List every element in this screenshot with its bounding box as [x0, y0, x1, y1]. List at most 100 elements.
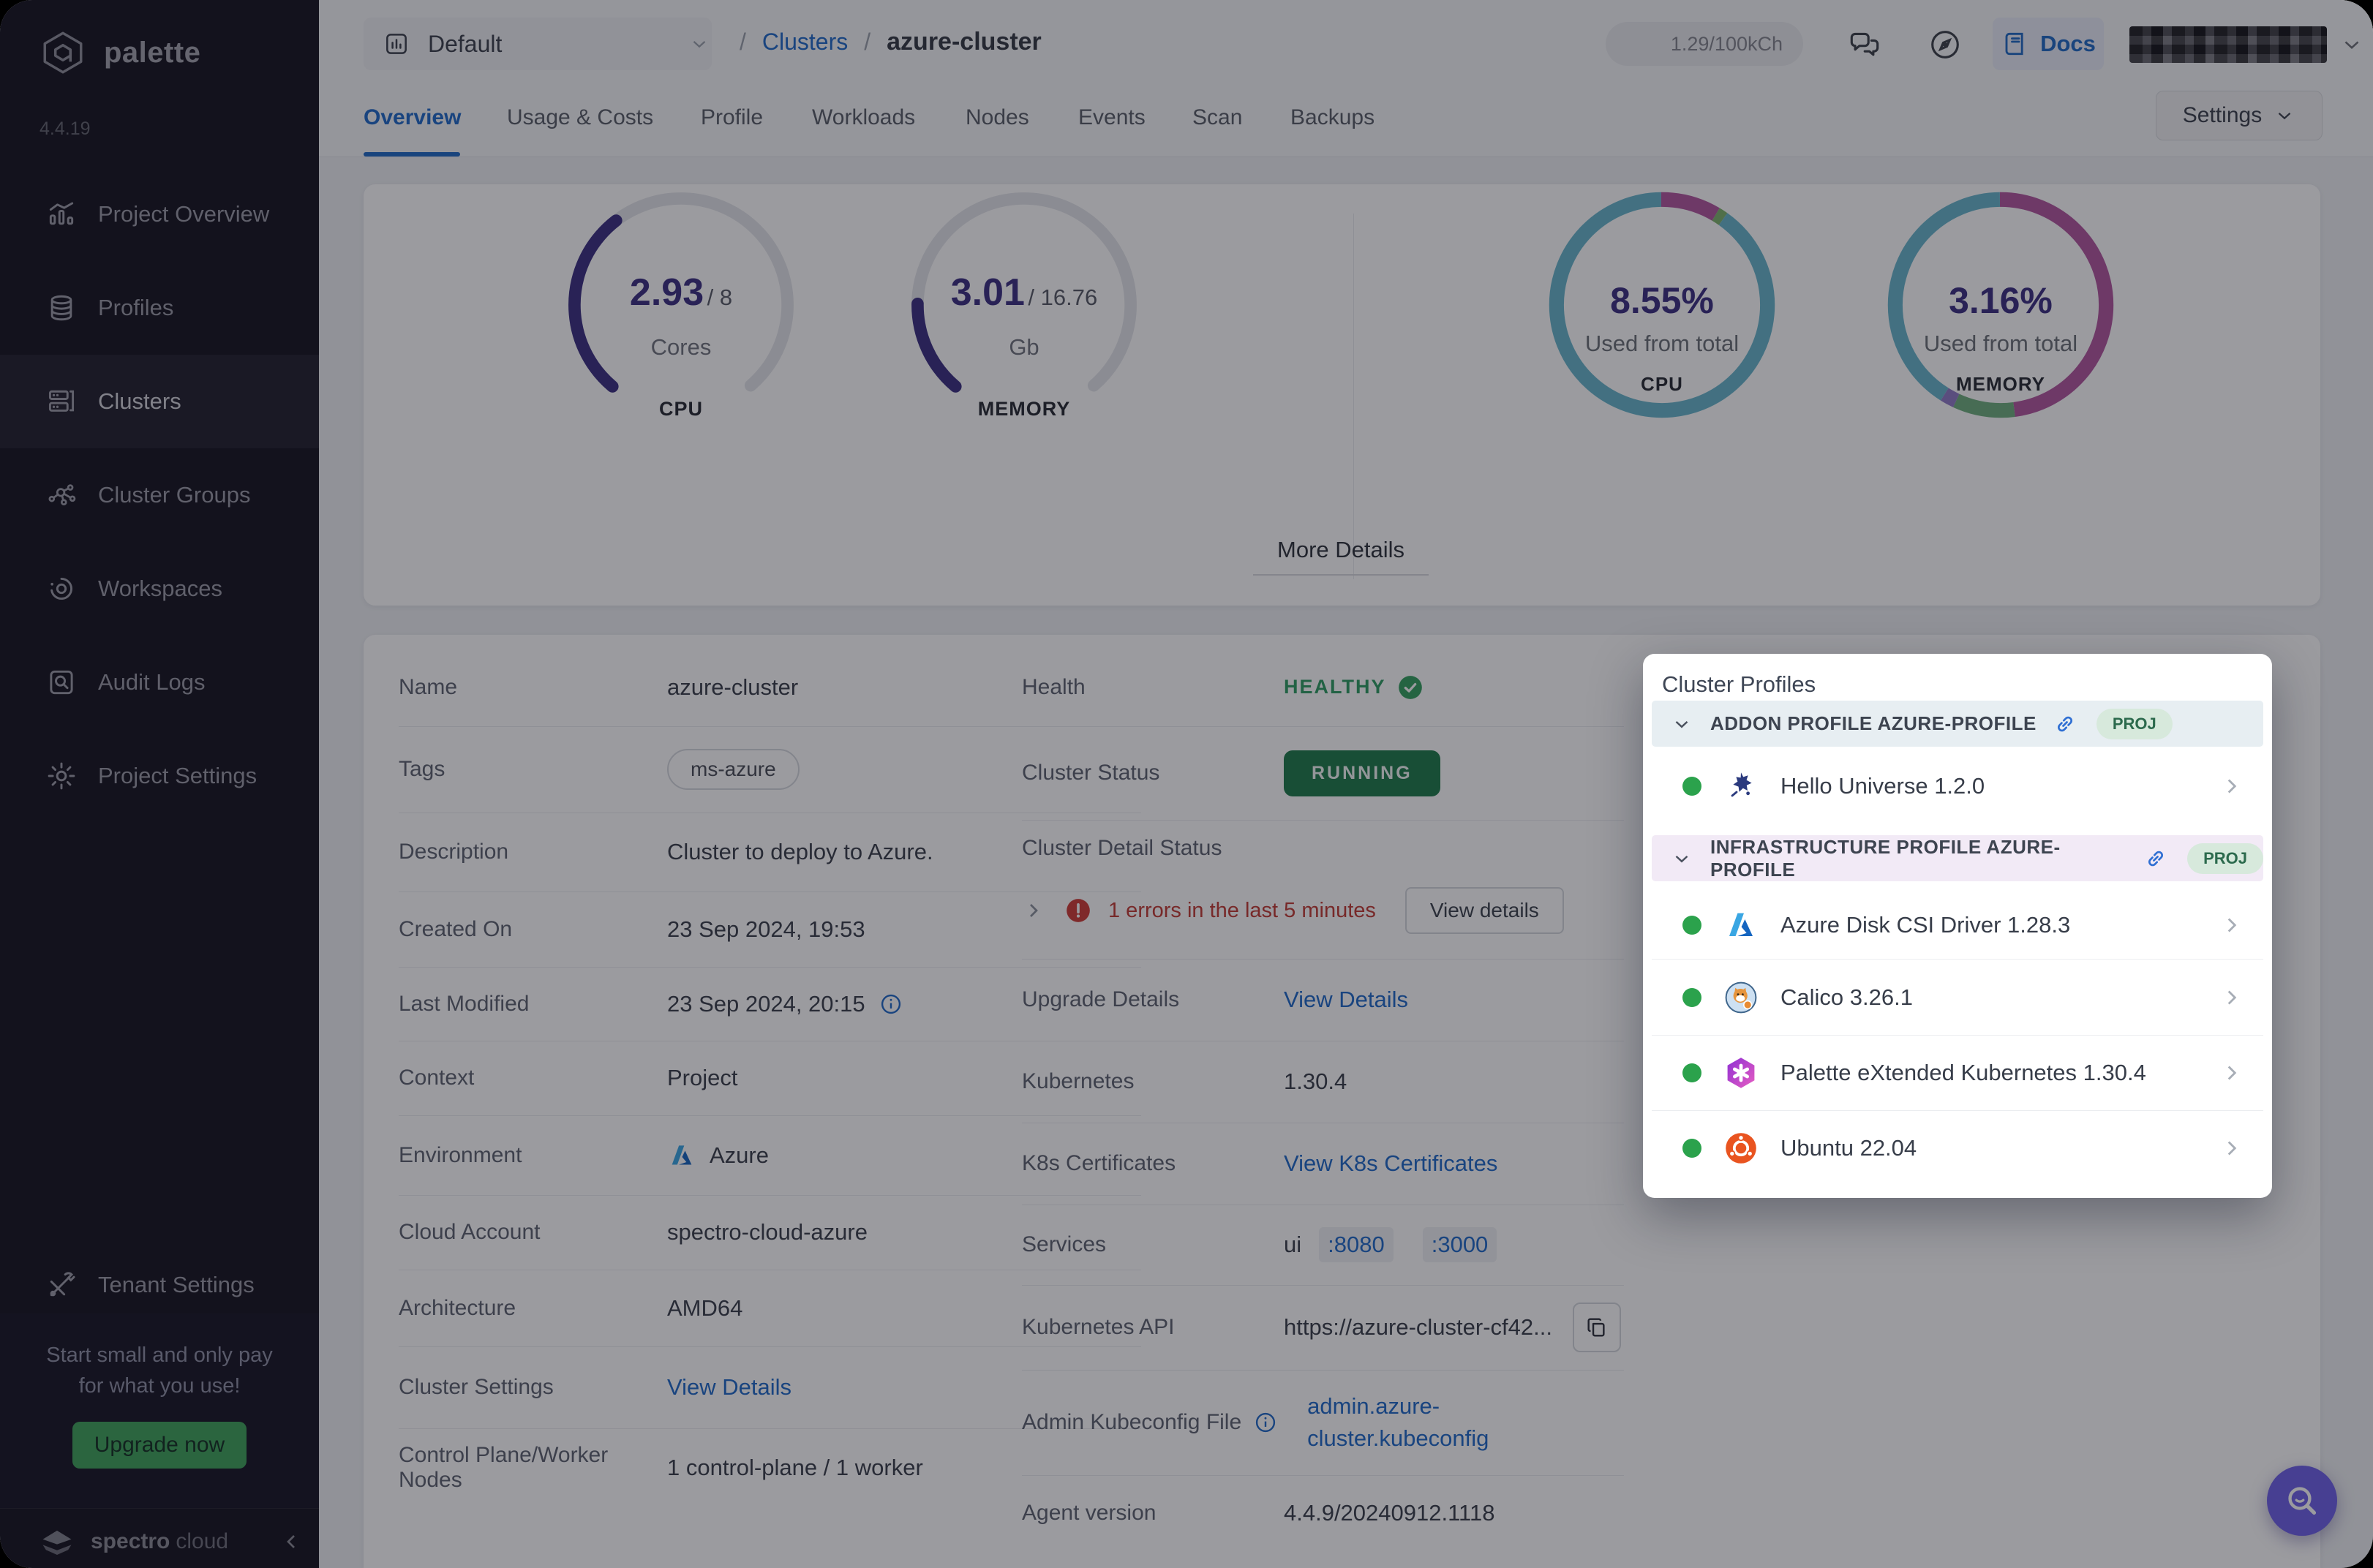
profile-item-pxk[interactable]: Palette eXtended Kubernetes 1.30.4	[1652, 1036, 2263, 1110]
sidebar-item-workspaces[interactable]: Workspaces	[0, 542, 319, 636]
profile-item-azure-disk[interactable]: Azure Disk CSI Driver 1.28.3	[1652, 892, 2263, 959]
status-dot	[1682, 1139, 1701, 1158]
copy-button[interactable]	[1573, 1303, 1621, 1352]
book-icon	[2001, 29, 2030, 59]
info-icon[interactable]	[1253, 1410, 1278, 1435]
network-nodes-icon	[45, 479, 78, 511]
tab-backups[interactable]: Backups	[1290, 105, 1374, 130]
expand-chevron-icon[interactable]	[1022, 899, 1045, 922]
cpu-usage-caption: CPU	[1549, 373, 1775, 396]
kubeconfig-file-link[interactable]: admin.azure- cluster.kubeconfig	[1307, 1390, 1489, 1455]
docs-link[interactable]: Docs	[1993, 18, 2104, 70]
tabs-bar: Overview Usage & Costs Profile Workloads…	[319, 88, 2373, 157]
docs-label: Docs	[2040, 31, 2096, 57]
service-port-link[interactable]: :3000	[1423, 1227, 1497, 1262]
sidebar-item-project-settings[interactable]: Project Settings	[0, 729, 319, 823]
tag-pill: ms-azure	[667, 749, 800, 790]
chevron-down-icon	[1671, 848, 1693, 870]
link-icon	[2053, 712, 2077, 736]
breadcrumb-sep: /	[740, 29, 746, 56]
hello-universe-icon	[1723, 769, 1759, 804]
tab-events[interactable]: Events	[1078, 105, 1146, 130]
chevron-down-icon	[2274, 105, 2295, 127]
settings-button[interactable]: Settings	[2156, 91, 2323, 140]
k8s-certificates-link[interactable]: View K8s Certificates	[1284, 1150, 1497, 1177]
app-version: 4.4.19	[40, 118, 91, 140]
panel-title: Cluster Profiles	[1662, 671, 1816, 698]
breadcrumb-clusters-link[interactable]: Clusters	[762, 29, 848, 56]
memory-usage-label: Used from total	[1887, 331, 2114, 357]
project-selector[interactable]: Default	[364, 18, 712, 70]
service-port-link[interactable]: :8080	[1319, 1227, 1394, 1262]
upgrade-now-button[interactable]: Upgrade now	[72, 1422, 247, 1469]
gear-icon	[45, 760, 78, 792]
user-menu-redacted[interactable]	[2129, 26, 2327, 63]
brand-name: palette	[104, 37, 200, 69]
tab-scan[interactable]: Scan	[1192, 105, 1242, 130]
upgrade-details-link[interactable]: View Details	[1284, 987, 1408, 1013]
chevron-right-icon	[2219, 774, 2244, 799]
sidebar-item-cluster-groups[interactable]: Cluster Groups	[0, 448, 319, 542]
status-dot	[1682, 1063, 1701, 1082]
sidebar-item-label: Clusters	[98, 388, 181, 415]
tab-overview[interactable]: Overview	[364, 105, 461, 130]
tab-nodes[interactable]: Nodes	[966, 105, 1029, 130]
view-details-button[interactable]: View details	[1405, 887, 1564, 934]
chevron-down-icon	[688, 33, 710, 55]
promo-text: Start small and only pay for what you us…	[0, 1340, 319, 1401]
sidebar-item-label: Audit Logs	[98, 669, 206, 696]
sidebar-item-project-overview[interactable]: Project Overview	[0, 167, 319, 261]
cluster-settings-link[interactable]: View Details	[667, 1374, 791, 1401]
info-icon[interactable]	[879, 992, 903, 1017]
sidebar: palette 4.4.19 Project Overview	[0, 0, 319, 1568]
footer-brand-bold: spectro	[91, 1529, 170, 1554]
chevron-right-icon	[2219, 1136, 2244, 1161]
chat-icon[interactable]	[1846, 26, 1883, 63]
compass-icon[interactable]	[1927, 26, 1963, 63]
azure-icon	[667, 1141, 696, 1170]
project-selector-value: Default	[428, 31, 502, 58]
section-title: ADDON PROFILE AZURE-PROFILE	[1710, 712, 2037, 735]
sidebar-item-audit-logs[interactable]: Audit Logs	[0, 636, 319, 729]
usage-badge-value: 1.29/100kCh	[1671, 33, 1783, 56]
cpu-gauge-value: 2.93 / 8	[564, 271, 798, 314]
sidebar-item-tenant-settings[interactable]: Tenant Settings	[0, 1238, 319, 1332]
detail-row-detail-status: Cluster Detail Status 1 errors in the la…	[1022, 836, 1564, 934]
more-details-button[interactable]: More Details	[1253, 537, 1429, 563]
profile-item-label: Palette eXtended Kubernetes 1.30.4	[1780, 1060, 2146, 1086]
detail-row-agent: Agent version4.4.9/20240912.1118	[1022, 1475, 1990, 1550]
memory-usage-percent: 3.16%	[1887, 279, 2114, 322]
palette-logo-icon	[38, 26, 88, 79]
sidebar-item-clusters[interactable]: Clusters	[0, 355, 319, 448]
settings-button-label: Settings	[2183, 103, 2262, 128]
spectro-cloud-logo-icon	[38, 1523, 76, 1561]
chevron-right-icon	[2219, 1060, 2244, 1085]
cpu-usage-label: Used from total	[1549, 331, 1775, 357]
addon-profile-header[interactable]: ADDON PROFILE AZURE-PROFILE PROJ	[1652, 701, 2263, 747]
breadcrumb: / Clusters / azure-cluster	[740, 28, 1042, 56]
profile-item-ubuntu[interactable]: Ubuntu 22.04	[1652, 1111, 2263, 1186]
brand-logo: palette	[38, 23, 301, 82]
profile-item-hello-universe[interactable]: Hello Universe 1.2.0	[1652, 747, 2263, 825]
infrastructure-profile-header[interactable]: INFRASTRUCTURE PROFILE AZURE-PROFILE PRO…	[1652, 835, 2263, 881]
chevron-down-icon	[1671, 713, 1693, 735]
palette-kubernetes-icon	[1723, 1055, 1759, 1090]
tab-profile[interactable]: Profile	[701, 105, 763, 130]
detail-row-kubeconfig: Admin Kubeconfig File admin.azure- clust…	[1022, 1370, 1990, 1475]
profile-item-calico[interactable]: Calico 3.26.1	[1652, 960, 2263, 1035]
tab-usage-costs[interactable]: Usage & Costs	[507, 105, 653, 130]
tab-workloads[interactable]: Workloads	[812, 105, 915, 130]
profile-item-label: Calico 3.26.1	[1780, 984, 1913, 1011]
profile-item-label: Azure Disk CSI Driver 1.28.3	[1780, 912, 2070, 938]
sidebar-item-profiles[interactable]: Profiles	[0, 261, 319, 355]
breadcrumb-sep: /	[864, 29, 870, 56]
detail-row-api: Kubernetes API https://azure-cluster-cf4…	[1022, 1285, 1990, 1370]
detail-row-services: Services ui :8080 :3000	[1022, 1205, 1990, 1285]
sidebar-item-label: Profiles	[98, 295, 173, 321]
sidebar-collapse-icon[interactable]	[279, 1530, 303, 1553]
footer-brand: spectro cloud	[38, 1521, 294, 1562]
user-chevron-down-icon[interactable]	[2339, 32, 2364, 57]
error-icon	[1064, 897, 1092, 924]
sidebar-item-label: Project Overview	[98, 201, 269, 227]
search-assistant-button[interactable]	[2267, 1466, 2337, 1536]
